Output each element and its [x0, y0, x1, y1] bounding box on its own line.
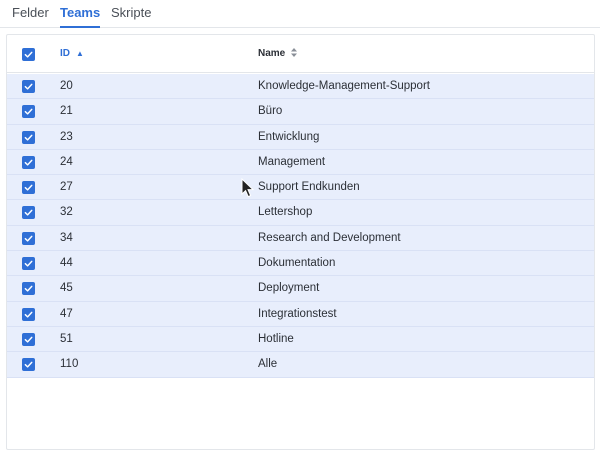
tab-skripte[interactable]: Skripte	[111, 5, 151, 28]
cell-name: Knowledge-Management-Support	[258, 80, 430, 92]
checkmark-icon	[24, 336, 33, 343]
cell-id: 44	[60, 257, 73, 270]
cell-id: 23	[60, 130, 73, 143]
cell-name: Entwicklung	[258, 130, 320, 143]
column-header-id[interactable]: ID ▲	[60, 48, 84, 59]
checkmark-icon	[24, 83, 33, 90]
cell-name: Integrationstest	[258, 307, 337, 320]
cell-name: Lettershop	[258, 206, 313, 219]
table-row[interactable]: 44 Dokumentation	[7, 251, 594, 277]
table-row[interactable]: 20 Knowledge-Management-Support	[7, 74, 594, 100]
cell-name: Hotline	[258, 332, 294, 345]
checkmark-icon	[24, 184, 33, 191]
row-checkbox[interactable]	[22, 105, 35, 119]
tab-felder[interactable]: Felder	[12, 5, 49, 28]
cell-id: 24	[60, 155, 73, 168]
cell-name: Büro	[258, 105, 283, 118]
checkmark-icon	[24, 51, 33, 58]
sort-ascending-icon: ▲	[76, 48, 84, 58]
column-header-name-label: Name	[258, 48, 286, 59]
checkmark-icon	[24, 311, 33, 318]
cell-name: Alle	[258, 358, 278, 371]
table-row[interactable]: 110 Alle	[7, 352, 594, 378]
cell-id: 21	[60, 105, 73, 118]
cell-id: 34	[60, 231, 73, 244]
cell-id: 27	[60, 181, 73, 194]
select-all-checkbox[interactable]	[22, 48, 35, 61]
table-row[interactable]: 23 Entwicklung	[7, 124, 594, 150]
tab-bar: Felder Teams Skripte	[0, 0, 600, 28]
table-row[interactable]: 21 Büro	[7, 99, 594, 125]
table-row[interactable]: 24 Management	[7, 149, 594, 176]
checkmark-icon	[24, 108, 33, 115]
checkmark-icon	[24, 361, 33, 368]
row-checkbox[interactable]	[22, 80, 35, 93]
row-checkbox[interactable]	[22, 282, 35, 296]
cell-name: Dokumentation	[258, 257, 336, 270]
row-checkbox[interactable]	[22, 307, 35, 321]
row-checkbox[interactable]	[22, 358, 35, 372]
table-row[interactable]: 51 Hotline	[7, 326, 594, 353]
checkmark-icon	[24, 285, 33, 292]
row-checkbox[interactable]	[22, 257, 35, 271]
cell-id: 20	[60, 80, 73, 92]
column-header-name[interactable]: Name	[258, 48, 298, 59]
cell-name: Research and Development	[258, 231, 401, 244]
column-header-id-label: ID	[60, 48, 70, 59]
checkmark-icon	[24, 260, 33, 267]
row-checkbox[interactable]	[22, 332, 35, 346]
cell-id: 32	[60, 206, 73, 219]
checkmark-icon	[24, 235, 33, 242]
cell-id: 47	[60, 307, 73, 320]
row-checkbox[interactable]	[22, 206, 35, 220]
sort-both-icon	[291, 48, 298, 59]
cell-name: Deployment	[258, 282, 320, 295]
row-checkbox[interactable]	[22, 130, 35, 144]
table-row[interactable]: 27 Support Endkunden	[7, 175, 594, 201]
checkmark-icon	[24, 159, 33, 166]
table-row[interactable]: 34 Research and Development	[7, 225, 594, 252]
table-body: 20 Knowledge-Management-Support 21 Büro 23 En…	[7, 74, 594, 378]
checkmark-icon	[24, 210, 33, 217]
row-checkbox[interactable]	[22, 181, 35, 195]
checkmark-icon	[24, 134, 33, 141]
table-header: ID ▲ Name	[7, 35, 594, 73]
cell-id: 51	[60, 332, 73, 345]
cell-id: 45	[60, 282, 73, 295]
row-checkbox[interactable]	[22, 155, 35, 169]
cell-name: Support Endkunden	[258, 181, 360, 194]
teams-table-panel: ID ▲ Name 20 Knowledge-Management-Support…	[6, 34, 595, 450]
table-row[interactable]: 45 Deployment	[7, 276, 594, 302]
tab-teams[interactable]: Teams	[60, 5, 101, 28]
table-row[interactable]: 47 Integrationstest	[7, 301, 594, 327]
cell-id: 110	[60, 358, 79, 371]
cell-name: Management	[258, 155, 326, 168]
table-row[interactable]: 32 Lettershop	[7, 200, 594, 226]
row-checkbox[interactable]	[22, 231, 35, 245]
